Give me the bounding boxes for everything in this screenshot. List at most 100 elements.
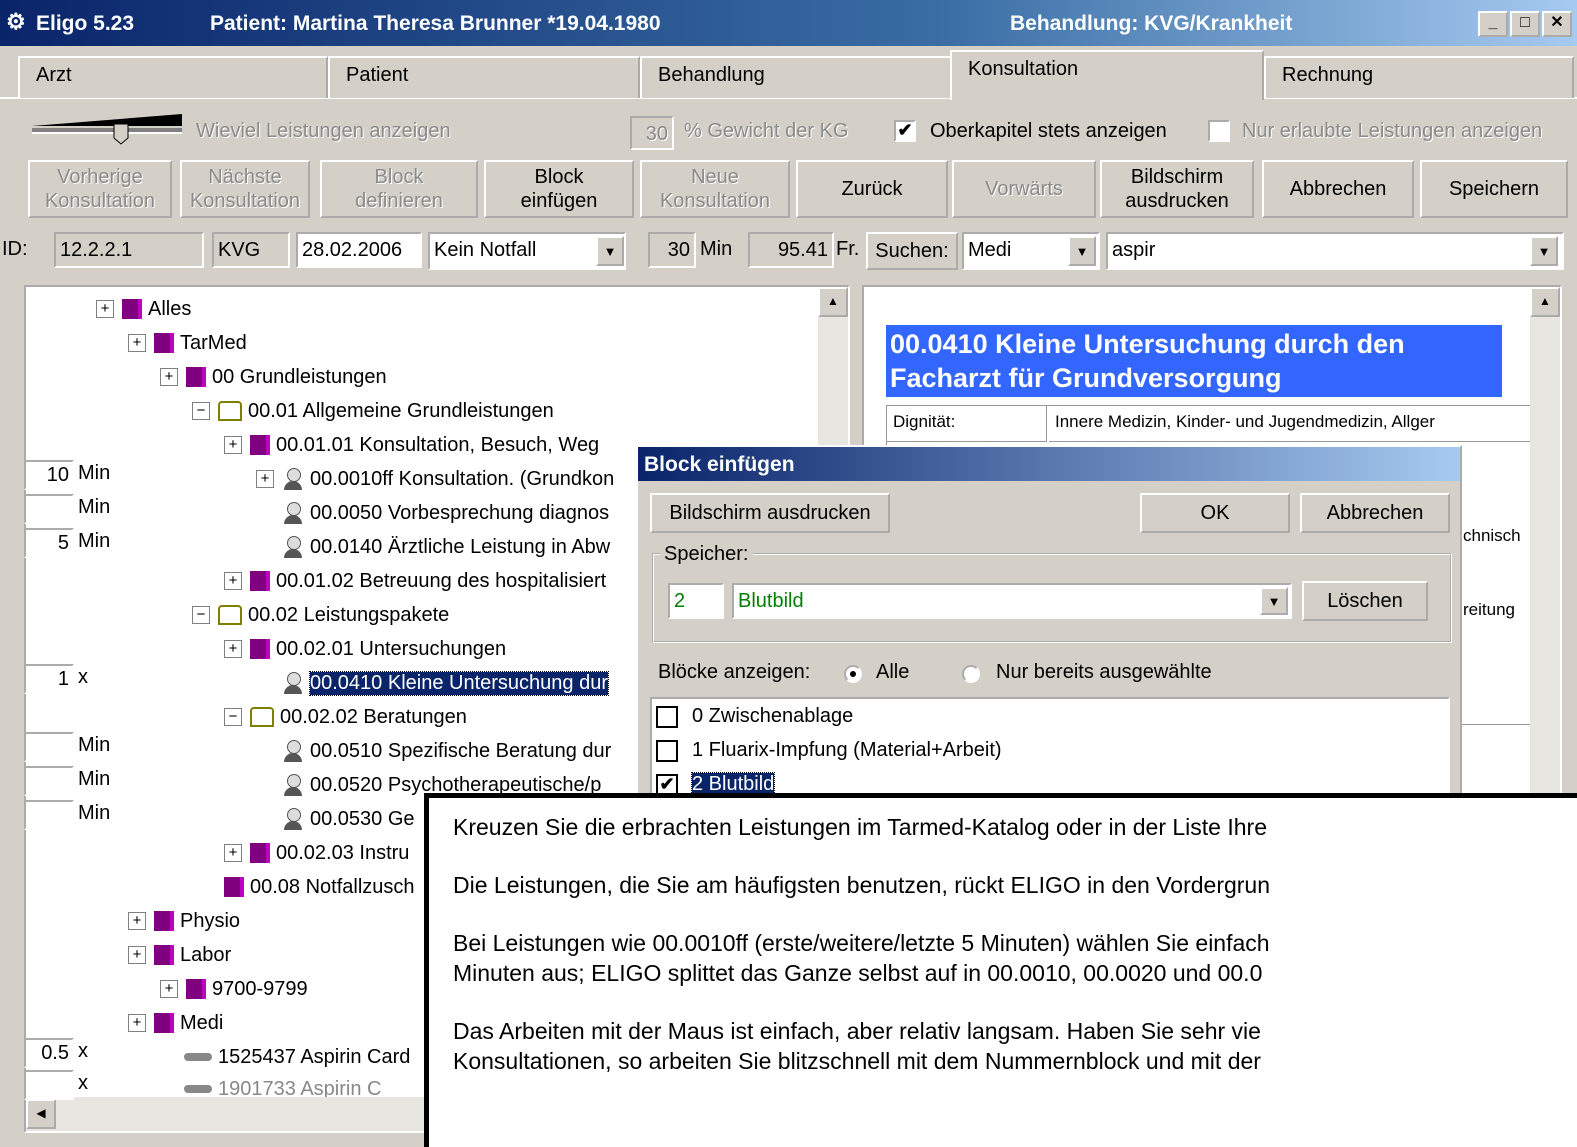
person-icon [282, 467, 304, 491]
abbrechen-button[interactable]: Abbrechen [1262, 160, 1414, 218]
tree-item[interactable]: 00.08 Notfallzusch [224, 871, 415, 903]
expand-icon[interactable]: + [96, 300, 114, 318]
tree-item-selected[interactable]: 00.0410 Kleine Untersuchung dur [282, 667, 609, 699]
detail-fragment: chnisch [1463, 526, 1521, 545]
leistungen-slider[interactable] [32, 112, 182, 148]
tree-item[interactable]: − 00.02.02 Beratungen [224, 701, 467, 733]
quantity-input[interactable] [24, 1070, 74, 1100]
block-list-item[interactable]: 1 Fluarix-Impfung (Material+Arbeit) [656, 739, 1002, 762]
tree-item[interactable]: + Labor [128, 939, 231, 971]
scroll-up-icon[interactable]: ▲ [1530, 287, 1560, 317]
nur-erlaubte-checkbox[interactable] [1208, 120, 1230, 142]
tree-item[interactable]: +00.0010ff Konsultation. (Grundkon [256, 463, 614, 495]
expand-icon[interactable]: + [224, 844, 242, 862]
expand-icon[interactable]: + [128, 912, 146, 930]
quantity-input[interactable]: 10 [24, 460, 74, 490]
tree-item-label: 00.02.01 Untersuchungen [276, 637, 507, 660]
naechste-konsultation-button[interactable]: Nächste Konsultation [180, 160, 310, 218]
tree-item[interactable]: 00.0050 Vorbesprechung diagnos [282, 497, 609, 529]
tree-item[interactable]: − 00.02 Leistungspakete [192, 599, 449, 631]
expand-icon[interactable]: + [224, 640, 242, 658]
quantity-unit: x [78, 1040, 88, 1062]
expand-icon[interactable]: + [224, 572, 242, 590]
neue-konsultation-button[interactable]: Neue Konsultation [640, 160, 790, 218]
quantity-input[interactable]: 1 [24, 664, 74, 694]
tree-item[interactable]: − 00.01 Allgemeine Grundleistungen [192, 395, 554, 427]
zurueck-button[interactable]: Zurück [796, 160, 948, 218]
expand-icon[interactable]: + [160, 368, 178, 386]
vorherige-konsultation-button[interactable]: Vorherige Konsultation [28, 160, 172, 218]
expand-icon[interactable]: + [256, 470, 274, 488]
dialog-cancel-button[interactable]: Abbrechen [1300, 493, 1450, 533]
expand-icon[interactable]: + [224, 436, 242, 454]
block-einfuegen-button[interactable]: Block einfügen [484, 160, 634, 218]
radio-nur[interactable] [962, 665, 980, 683]
chevron-down-icon[interactable]: ▼ [1068, 236, 1096, 266]
minimize-button[interactable]: _ [1478, 11, 1508, 37]
dialog-print-button[interactable]: Bildschirm ausdrucken [650, 493, 890, 533]
block-definieren-button[interactable]: Block definieren [320, 160, 478, 218]
quantity-unit: x [78, 1072, 88, 1094]
quantity-unit: Min [78, 734, 111, 756]
search-input[interactable]: aspir [1106, 232, 1564, 270]
tree-item[interactable]: +00 Grundleistungen [160, 361, 387, 393]
tab-arzt[interactable]: Arzt [18, 56, 328, 98]
collapse-icon[interactable]: − [224, 708, 242, 726]
quantity-input[interactable] [24, 494, 74, 524]
quantity-unit: Min [78, 496, 111, 518]
tree-item[interactable]: 00.0510 Spezifische Beratung dur [282, 735, 611, 767]
quantity-input[interactable]: 5 [24, 528, 74, 558]
tree-item[interactable]: + Medi [128, 1007, 223, 1039]
tree-item[interactable]: 00.0140 Ärztliche Leistung in Abw [282, 531, 610, 563]
block-checkbox[interactable] [656, 739, 678, 762]
tree-item[interactable]: +00.01.02 Betreuung des hospitalisiert [224, 565, 606, 597]
bildschirm-ausdrucken-button[interactable]: Bildschirm ausdrucken [1100, 160, 1254, 218]
tree-item[interactable]: +9700-9799 [160, 973, 308, 1005]
collapse-icon[interactable]: − [192, 402, 210, 420]
quantity-input[interactable] [24, 732, 74, 762]
scroll-left-icon[interactable]: ◀ [26, 1099, 56, 1129]
tree-item[interactable]: +00.02.01 Untersuchungen [224, 633, 506, 665]
tree-item[interactable]: 00.0530 Ge [282, 803, 415, 835]
book-icon [154, 911, 174, 931]
tree-item-label: 00.02 Leistungspakete [248, 603, 450, 626]
scroll-up-icon[interactable]: ▲ [818, 287, 848, 317]
oberkapitel-checkbox[interactable]: ✔ [894, 120, 916, 142]
vorwaerts-button[interactable]: Vorwärts [952, 160, 1096, 218]
chevron-down-icon[interactable]: ▼ [1530, 236, 1558, 266]
date-field[interactable]: 28.02.2006 [296, 232, 422, 268]
quantity-input[interactable]: 0.5 [24, 1038, 74, 1068]
radio-alle[interactable] [844, 665, 862, 683]
expand-icon[interactable]: + [160, 980, 178, 998]
speicher-name-select[interactable]: Blutbild [732, 583, 1292, 619]
loeschen-button[interactable]: Löschen [1302, 581, 1428, 621]
dialog-ok-button[interactable]: OK [1140, 493, 1290, 533]
maximize-button[interactable]: □ [1510, 11, 1540, 37]
collapse-icon[interactable]: − [192, 606, 210, 624]
tree-item[interactable]: + Physio [128, 905, 240, 937]
close-button[interactable]: ✕ [1542, 11, 1572, 37]
tree-item[interactable]: + TarMed [128, 327, 247, 359]
tab-behandlung[interactable]: Behandlung [640, 56, 952, 98]
expand-icon[interactable]: + [128, 334, 146, 352]
tab-patient[interactable]: Patient [328, 56, 640, 98]
tree-item[interactable]: + Alles [96, 293, 191, 325]
chevron-down-icon[interactable]: ▼ [596, 236, 624, 266]
tree-item[interactable]: +00.02.03 Instru [224, 837, 409, 869]
expand-icon[interactable]: + [128, 1014, 146, 1032]
tree-item[interactable]: 1525437 Aspirin Card [184, 1041, 410, 1073]
block-checkbox[interactable] [656, 705, 678, 728]
quantity-input[interactable] [24, 766, 74, 796]
block-list-item[interactable]: 0 Zwischenablage [656, 705, 853, 728]
speicher-number-input[interactable]: 2 [668, 583, 724, 619]
speichern-button[interactable]: Speichern [1420, 160, 1568, 218]
quantity-input[interactable] [24, 800, 74, 830]
chevron-down-icon[interactable]: ▼ [1260, 587, 1288, 615]
tab-konsultation[interactable]: Konsultation [950, 50, 1264, 100]
tree-item-label: 00.01.02 Betreuung des hospitalisiert [276, 569, 607, 592]
weight-input[interactable]: 30 [630, 116, 674, 150]
tab-rechnung[interactable]: Rechnung [1264, 56, 1574, 98]
tree-item[interactable]: +00.01.01 Konsultation, Besuch, Weg [224, 429, 599, 461]
expand-icon[interactable]: + [128, 946, 146, 964]
suchen-button[interactable]: Suchen: [866, 232, 958, 270]
